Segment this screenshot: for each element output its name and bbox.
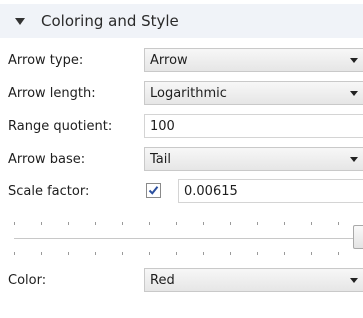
arrow-base-label: Arrow base:: [8, 152, 86, 167]
chevron-down-icon[interactable]: [350, 58, 358, 63]
arrow-type-label: Arrow type:: [8, 53, 84, 68]
slider-tick: [284, 222, 285, 225]
color-row: Color: Red: [0, 268, 363, 294]
slider-tick: [14, 222, 15, 225]
slider-tick: [311, 222, 312, 225]
slider-tick: [311, 252, 312, 255]
checkmark-icon: [148, 186, 159, 195]
slider-tick: [41, 222, 42, 225]
slider-tick: [122, 252, 123, 255]
slider-tick: [230, 252, 231, 255]
scale-factor-input[interactable]: [178, 179, 363, 203]
range-quotient-label: Range quotient:: [8, 119, 113, 134]
scale-factor-label: Scale factor:: [8, 184, 90, 199]
slider-tick: [257, 222, 258, 225]
slider-tick: [149, 222, 150, 225]
chevron-down-icon[interactable]: [350, 91, 358, 96]
scale-factor-row: Scale factor:: [0, 179, 363, 205]
arrow-type-value: Arrow: [150, 53, 188, 68]
slider-tick: [68, 222, 69, 225]
slider-ticks: [14, 222, 339, 255]
slider-thumb[interactable]: [353, 225, 363, 249]
caret-down-icon[interactable]: [15, 17, 25, 25]
slider-tick: [68, 252, 69, 255]
color-label: Color:: [8, 273, 47, 288]
arrow-length-dropdown[interactable]: Logarithmic: [144, 81, 363, 105]
arrow-base-dropdown[interactable]: Tail: [144, 147, 363, 171]
arrow-base-row: Arrow base: Tail: [0, 147, 363, 173]
slider-tick: [284, 252, 285, 255]
slider-tick: [257, 252, 258, 255]
chevron-down-icon[interactable]: [350, 157, 358, 162]
slider-tick: [176, 252, 177, 255]
slider-tick: [338, 252, 339, 255]
slider-tick: [203, 222, 204, 225]
color-value: Red: [150, 273, 175, 288]
slider-tick: [14, 252, 15, 255]
arrow-type-row: Arrow type: Arrow: [0, 48, 363, 74]
arrow-length-value: Logarithmic: [150, 86, 227, 101]
scale-slider[interactable]: [0, 218, 363, 260]
slider-tick: [230, 222, 231, 225]
slider-tick: [203, 252, 204, 255]
range-quotient-input[interactable]: [144, 114, 363, 138]
scale-factor-checkbox[interactable]: [146, 183, 161, 198]
arrow-length-label: Arrow length:: [8, 86, 96, 101]
slider-tick: [176, 222, 177, 225]
arrow-type-dropdown[interactable]: Arrow: [144, 48, 363, 72]
arrow-length-row: Arrow length: Logarithmic: [0, 81, 363, 107]
slider-track[interactable]: [14, 238, 363, 239]
arrow-base-value: Tail: [150, 152, 171, 167]
coloring-and-style-panel: Coloring and Style Arrow type: Arrow Arr…: [0, 0, 363, 318]
slider-tick: [41, 252, 42, 255]
section-header[interactable]: Coloring and Style: [0, 4, 363, 38]
color-dropdown[interactable]: Red: [144, 268, 363, 292]
chevron-down-icon[interactable]: [350, 278, 358, 283]
slider-tick: [149, 252, 150, 255]
range-quotient-row: Range quotient:: [0, 114, 363, 140]
slider-tick: [95, 252, 96, 255]
slider-tick: [95, 222, 96, 225]
section-title: Coloring and Style: [41, 12, 179, 30]
slider-tick: [338, 222, 339, 225]
slider-tick: [122, 222, 123, 225]
